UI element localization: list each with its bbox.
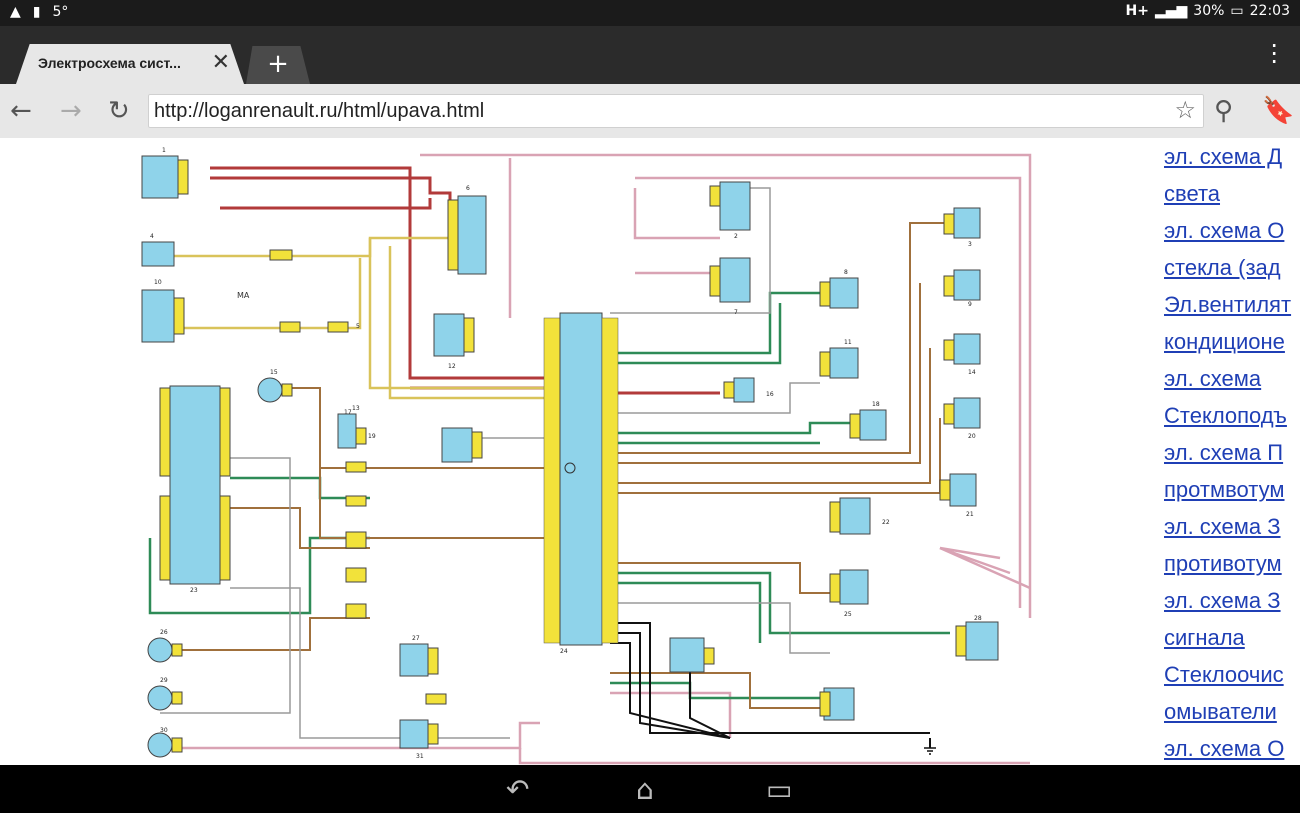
component-number: 7	[734, 309, 738, 316]
nav-back-icon[interactable]: ↶	[506, 773, 529, 806]
component-number: 1	[162, 147, 166, 154]
url-text[interactable]: http://loganrenault.ru/html/upava.html	[154, 100, 484, 123]
component-number: 22	[882, 519, 890, 526]
component-number: 30	[160, 727, 168, 734]
component-number: 6	[466, 185, 470, 192]
component-number: 20	[968, 433, 976, 440]
browser-toolbar: ← → ↻ http://loganrenault.ru/html/upava.…	[0, 84, 1300, 139]
sidebar-link[interactable]: стекла (зад	[1164, 249, 1300, 286]
sidebar-link[interactable]: Эл.вентилят	[1164, 286, 1300, 323]
reload-icon[interactable]: ↻	[108, 96, 130, 126]
battery-icon: ▭	[1230, 3, 1244, 19]
address-bar[interactable]: http://loganrenault.ru/html/upava.html ☆	[148, 94, 1204, 128]
network-type: H+	[1125, 3, 1149, 19]
component-number: 24	[560, 648, 568, 655]
component-number: 10	[154, 279, 162, 286]
component-number: 11	[844, 339, 852, 346]
sidebar-link[interactable]: кондиционе	[1164, 323, 1300, 360]
sidebar-link[interactable]: Стеклоочис	[1164, 656, 1300, 693]
tab-strip: Электросхема сист... ✕ + · · ·	[0, 26, 1300, 84]
component-number: 12	[448, 363, 456, 370]
page-content: MA 1 2 3 4 5 6 7 8 9 10 11 12 13 14 15 1…	[0, 138, 1300, 765]
component-number: 14	[968, 369, 976, 376]
sidebar-link[interactable]: сигнала	[1164, 619, 1300, 656]
component-number: 4	[150, 233, 154, 240]
sidebar-link[interactable]: омыватели	[1164, 693, 1300, 730]
system-nav-bar: ↶ ⌂ ▭	[0, 765, 1300, 813]
wiring-diagram: MA 12345678910111213141516171819 2021222…	[130, 138, 1040, 765]
component-number: 21	[966, 511, 974, 518]
sidebar-link-list: эл. схема Дсвета эл. схема Остекла (зад Эл…	[1164, 138, 1300, 765]
sidebar-link[interactable]: эл. схема З	[1164, 582, 1300, 619]
sidebar-link[interactable]: эл. схема Д	[1164, 138, 1300, 175]
bookmark-star-icon[interactable]: ☆	[1174, 96, 1196, 124]
component-number: 28	[974, 615, 982, 622]
sidebar-link[interactable]: эл. схема П	[1164, 434, 1300, 471]
component-number: 19	[368, 433, 376, 440]
bookmarks-icon[interactable]: 🔖	[1262, 96, 1294, 126]
new-tab-button[interactable]: +	[246, 46, 310, 84]
component-number: 29	[160, 677, 168, 684]
sidebar-link[interactable]: противотум	[1164, 545, 1300, 582]
status-bar: ▲ ▮ 5° H+ ▂▄▆ 30% ▭ 22:03	[0, 0, 1300, 26]
component-number: 5	[356, 323, 360, 330]
browser-tab[interactable]: Электросхема сист... ✕	[16, 44, 244, 84]
app-notification-icon: ▲	[10, 4, 21, 20]
forward-icon[interactable]: →	[60, 96, 82, 126]
search-icon[interactable]: ⚲	[1214, 96, 1233, 126]
menu-icon[interactable]: · · ·	[1270, 34, 1278, 74]
sidebar-link[interactable]: Стеклоподъ	[1164, 397, 1300, 434]
sidebar-link[interactable]: света	[1164, 175, 1300, 212]
clock: 22:03	[1249, 3, 1290, 19]
component-number: 9	[968, 301, 972, 308]
component-number: 26	[160, 629, 168, 636]
sidebar-link[interactable]: эл. схема	[1164, 360, 1300, 397]
file-notification-icon: ▮	[32, 4, 41, 20]
component-number: 13	[352, 405, 360, 412]
component-number: 25	[844, 611, 852, 618]
component-number: 3	[968, 241, 972, 248]
component-number: 8	[844, 269, 848, 276]
component-number: 18	[872, 401, 880, 408]
sidebar-link[interactable]: протмвотум	[1164, 471, 1300, 508]
nav-home-icon[interactable]: ⌂	[636, 773, 654, 806]
component-number: 31	[416, 753, 424, 760]
signal-icon: ▂▄▆	[1154, 3, 1188, 19]
tab-title: Электросхема сист...	[38, 55, 181, 71]
nav-recents-icon[interactable]: ▭	[766, 773, 792, 806]
back-icon[interactable]: ←	[10, 96, 32, 126]
battery-percent: 30%	[1193, 3, 1225, 19]
component-number: 16	[766, 391, 774, 398]
notification-badge: 5°	[52, 4, 69, 20]
component-number: 27	[412, 635, 420, 642]
component-number: 23	[190, 587, 198, 594]
ecu-connector-block	[543, 312, 619, 646]
tab-close-icon[interactable]: ✕	[212, 50, 230, 75]
sidebar-link[interactable]: эл. схема О	[1164, 730, 1300, 765]
component-number: 17	[344, 409, 352, 416]
ma-label: MA	[237, 291, 250, 300]
component-number: 2	[734, 233, 738, 240]
sidebar-link[interactable]: эл. схема О	[1164, 212, 1300, 249]
sidebar-link[interactable]: эл. схема З	[1164, 508, 1300, 545]
component-number: 15	[270, 369, 278, 376]
